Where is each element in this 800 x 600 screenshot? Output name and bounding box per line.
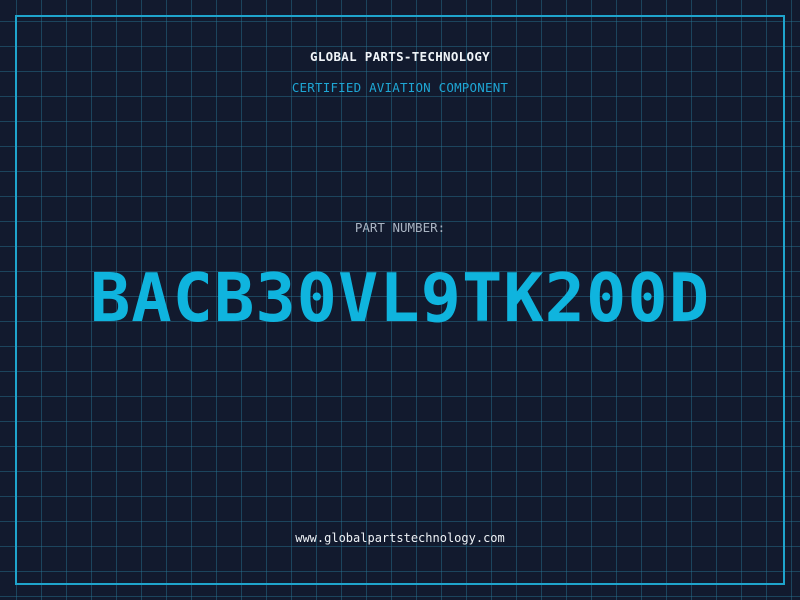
- part-number-value: BACB30VL9TK200D: [89, 259, 711, 337]
- part-label-card: GLOBAL PARTS-TECHNOLOGY CERTIFIED AVIATI…: [0, 0, 800, 600]
- company-name: GLOBAL PARTS-TECHNOLOGY: [310, 49, 490, 64]
- website-url: www.globalpartstechnology.com: [295, 531, 505, 545]
- certification-subtitle: CERTIFIED AVIATION COMPONENT: [291, 80, 509, 95]
- part-number-label: PART NUMBER:: [354, 220, 446, 235]
